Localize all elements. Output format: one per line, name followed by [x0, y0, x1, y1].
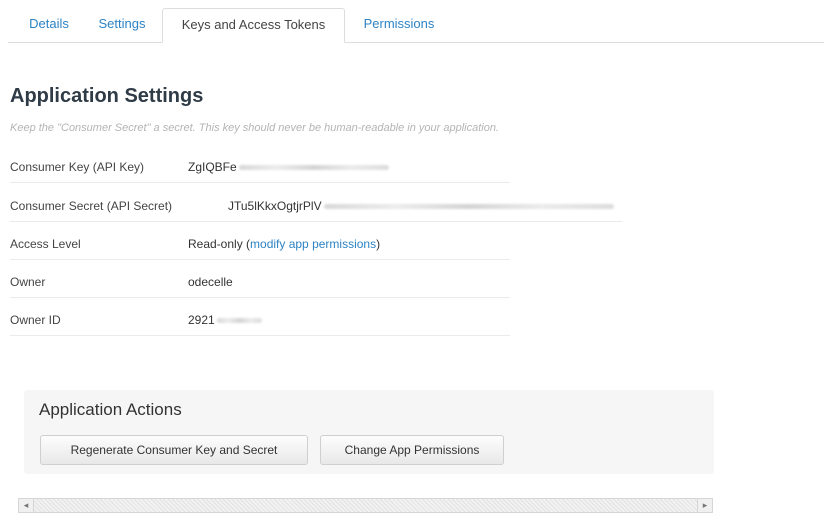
- consumer-secret-text: JTu5lKkxOgtjrPlV: [228, 199, 322, 213]
- secret-warning-text: Keep the "Consumer Secret" a secret. Thi…: [10, 122, 500, 134]
- redacted-blur: [238, 165, 389, 171]
- regenerate-consumer-key-button[interactable]: Regenerate Consumer Key and Secret: [40, 435, 308, 465]
- tab-permissions[interactable]: Permissions: [354, 8, 444, 42]
- consumer-key-value: ZgIQBFe: [188, 160, 389, 174]
- consumer-secret-value: JTu5lKkxOgtjrPlV: [228, 199, 614, 213]
- modify-app-permissions-link[interactable]: modify app permissions: [250, 237, 376, 251]
- scroll-right-arrow-icon[interactable]: ▸: [697, 499, 712, 512]
- consumer-key-label: Consumer Key (API Key): [10, 160, 145, 174]
- owner-value: odecelle: [188, 275, 233, 289]
- tab-bar-divider: [8, 42, 824, 43]
- owner-row: Owner odecelle: [10, 265, 510, 298]
- owner-id-text: 2921: [188, 313, 215, 327]
- scroll-left-arrow-icon[interactable]: ◂: [19, 499, 34, 512]
- owner-label: Owner: [10, 275, 46, 289]
- page-title: Application Settings: [10, 85, 204, 107]
- application-actions-title: Application Actions: [39, 400, 182, 419]
- consumer-secret-label: Consumer Secret (API Secret): [10, 199, 173, 213]
- access-level-label: Access Level: [10, 237, 81, 251]
- redacted-blur: [323, 204, 614, 210]
- tab-details[interactable]: Details: [24, 8, 74, 42]
- redacted-blur: [216, 318, 262, 324]
- tab-keys-and-access-tokens[interactable]: Keys and Access Tokens: [162, 8, 345, 43]
- change-app-permissions-button[interactable]: Change App Permissions: [320, 435, 504, 465]
- owner-id-value: 2921: [188, 313, 262, 327]
- access-level-text: Read-only (: [188, 237, 251, 251]
- access-level-row: Access Level Read-only (modify app permi…: [10, 227, 510, 260]
- owner-id-label: Owner ID: [10, 313, 61, 327]
- consumer-key-text: ZgIQBFe: [188, 160, 237, 174]
- application-actions-panel: Application Actions Regenerate Consumer …: [24, 390, 714, 474]
- access-level-suffix: ): [376, 237, 381, 251]
- access-level-value: Read-only (modify app permissions): [188, 237, 380, 251]
- tab-bar: Details Settings Keys and Access Tokens …: [0, 0, 824, 44]
- tab-settings[interactable]: Settings: [92, 8, 152, 42]
- consumer-secret-row: Consumer Secret (API Secret) JTu5lKkxOgt…: [10, 189, 622, 222]
- horizontal-scrollbar[interactable]: ◂ ▸: [18, 498, 713, 513]
- owner-id-row: Owner ID 2921: [10, 303, 510, 336]
- consumer-key-row: Consumer Key (API Key) ZgIQBFe: [10, 150, 510, 183]
